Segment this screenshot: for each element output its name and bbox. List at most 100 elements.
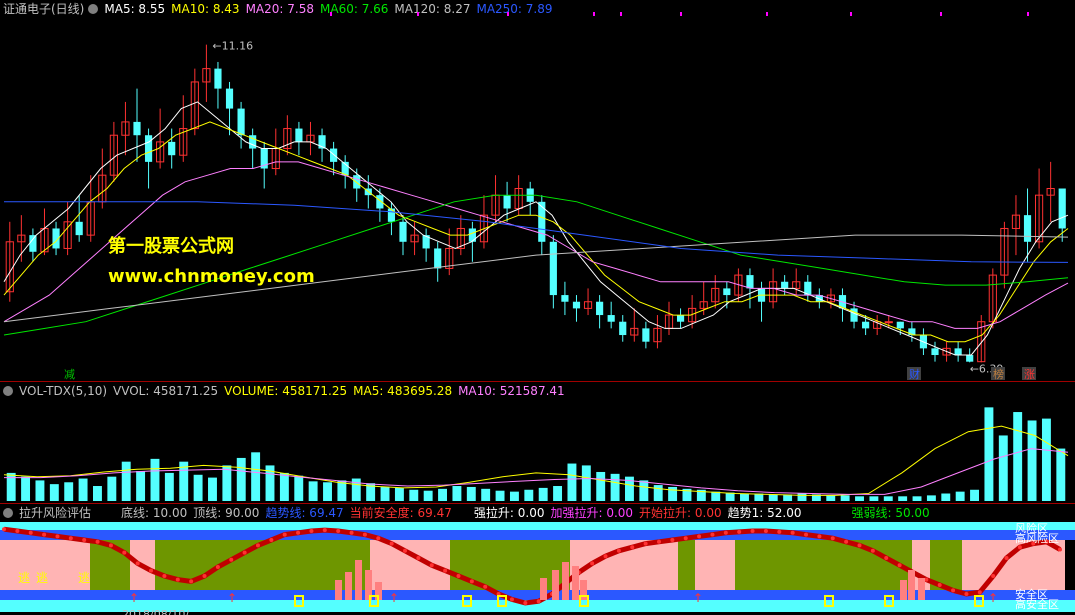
trend-dot (255, 543, 260, 548)
volume-bar (668, 486, 678, 501)
trend-dot (162, 574, 167, 578)
volume-bar (78, 478, 88, 501)
candle-down (561, 295, 569, 302)
trend-dot (790, 530, 795, 535)
trend-dot (777, 529, 782, 534)
trend-dot (509, 597, 514, 602)
volume-bar (869, 496, 879, 501)
candle-down (237, 108, 245, 136)
risk-zone-band (695, 540, 735, 590)
zhang-marker: 涨 (1024, 368, 1035, 381)
trend-dot (1004, 556, 1009, 560)
candle-down (538, 201, 546, 242)
candle-down (954, 348, 962, 356)
trend-dot (282, 532, 287, 537)
high-price-label: ←11.16 (212, 40, 253, 53)
candle-down (619, 321, 627, 336)
trend-dot (469, 579, 474, 584)
trend-dot (296, 530, 301, 535)
top-dot-marker (1027, 12, 1029, 16)
candle-down (1023, 215, 1032, 242)
risk-spike (540, 578, 547, 600)
candle-down (376, 195, 384, 209)
risk-zone-band (678, 540, 695, 590)
candle-down (549, 241, 557, 296)
trend-dot (630, 545, 635, 550)
risk-spike (572, 566, 579, 600)
candle-down (144, 135, 153, 162)
risk-zone-band (962, 540, 1065, 590)
jian-marker: 减 (64, 368, 75, 381)
volume-bar (1013, 412, 1023, 501)
volume-bar (912, 496, 922, 501)
vol-ma-line-ma10 (4, 448, 1069, 495)
trend-dot (55, 534, 60, 539)
watermark-url: www.chnmoney.com (108, 266, 315, 287)
candle-down (168, 141, 176, 156)
trend-dot (175, 577, 180, 582)
volume-bar (236, 457, 246, 501)
trend-dot (189, 579, 194, 584)
top-dot-marker (593, 12, 595, 16)
risk-spike (908, 570, 915, 600)
volume-bar (121, 461, 131, 501)
volume-bar (93, 486, 102, 501)
volume-bar (1056, 448, 1066, 501)
vol-ma-line-ma5 (3, 425, 1069, 496)
volume-bar (323, 482, 332, 501)
volume-bar (1027, 420, 1037, 501)
trend-dot (951, 588, 956, 593)
trend-dot (884, 556, 889, 560)
stock-chart-window: { "price_header": { "title": "证通电子(日线)",… (0, 0, 1075, 615)
trend-dot (870, 548, 875, 553)
candle-down (642, 328, 650, 342)
watermark-title: 第一股票公式网 (108, 236, 234, 257)
trend-dot (336, 529, 341, 533)
volume-bar (35, 480, 45, 501)
candle-down (723, 288, 731, 296)
trend-dot (603, 554, 608, 559)
trend-dot (376, 536, 381, 541)
up-arrow-signal: ↑ (227, 591, 237, 605)
volume-bar (222, 465, 232, 501)
volume-bar (193, 474, 203, 501)
trend-dot (429, 563, 434, 568)
trend-dot (483, 584, 488, 589)
volume-bar (509, 491, 519, 501)
candle-down (214, 68, 222, 89)
trend-dot (28, 530, 33, 535)
volume-bar (107, 476, 117, 501)
volume-bar (970, 489, 979, 501)
trend-dot (763, 529, 768, 533)
trend-dot (964, 592, 969, 596)
trend-dot (737, 529, 742, 534)
risk-spike (562, 562, 569, 600)
volume-bar (466, 486, 476, 501)
trend-dot (683, 536, 688, 541)
trend-dot (991, 574, 996, 578)
candle-down (399, 221, 407, 242)
candle-down (596, 301, 604, 316)
trend-dot (977, 590, 982, 595)
high-risk-zone-label: 高风险区 (1015, 531, 1059, 545)
trend-dot (643, 541, 648, 546)
candle-down (387, 208, 396, 222)
trend-dot (122, 550, 127, 555)
trend-dot (937, 583, 942, 587)
volume-bar (279, 472, 289, 501)
candle-down (225, 88, 234, 109)
candle-down (862, 321, 870, 329)
trend-dot (82, 538, 87, 542)
candle-down (1058, 188, 1066, 229)
top-dot-marker (507, 12, 509, 16)
risk-spike (918, 578, 925, 600)
trend-dot (149, 568, 154, 573)
candle-down (607, 315, 615, 322)
up-arrow-signal: ↑ (988, 591, 998, 605)
candle-down (572, 301, 581, 309)
trend-dot (15, 529, 20, 533)
trend-dot (670, 538, 675, 542)
volume-bar (394, 487, 404, 501)
volume-bar (1041, 418, 1051, 501)
volume-bar (955, 491, 965, 501)
